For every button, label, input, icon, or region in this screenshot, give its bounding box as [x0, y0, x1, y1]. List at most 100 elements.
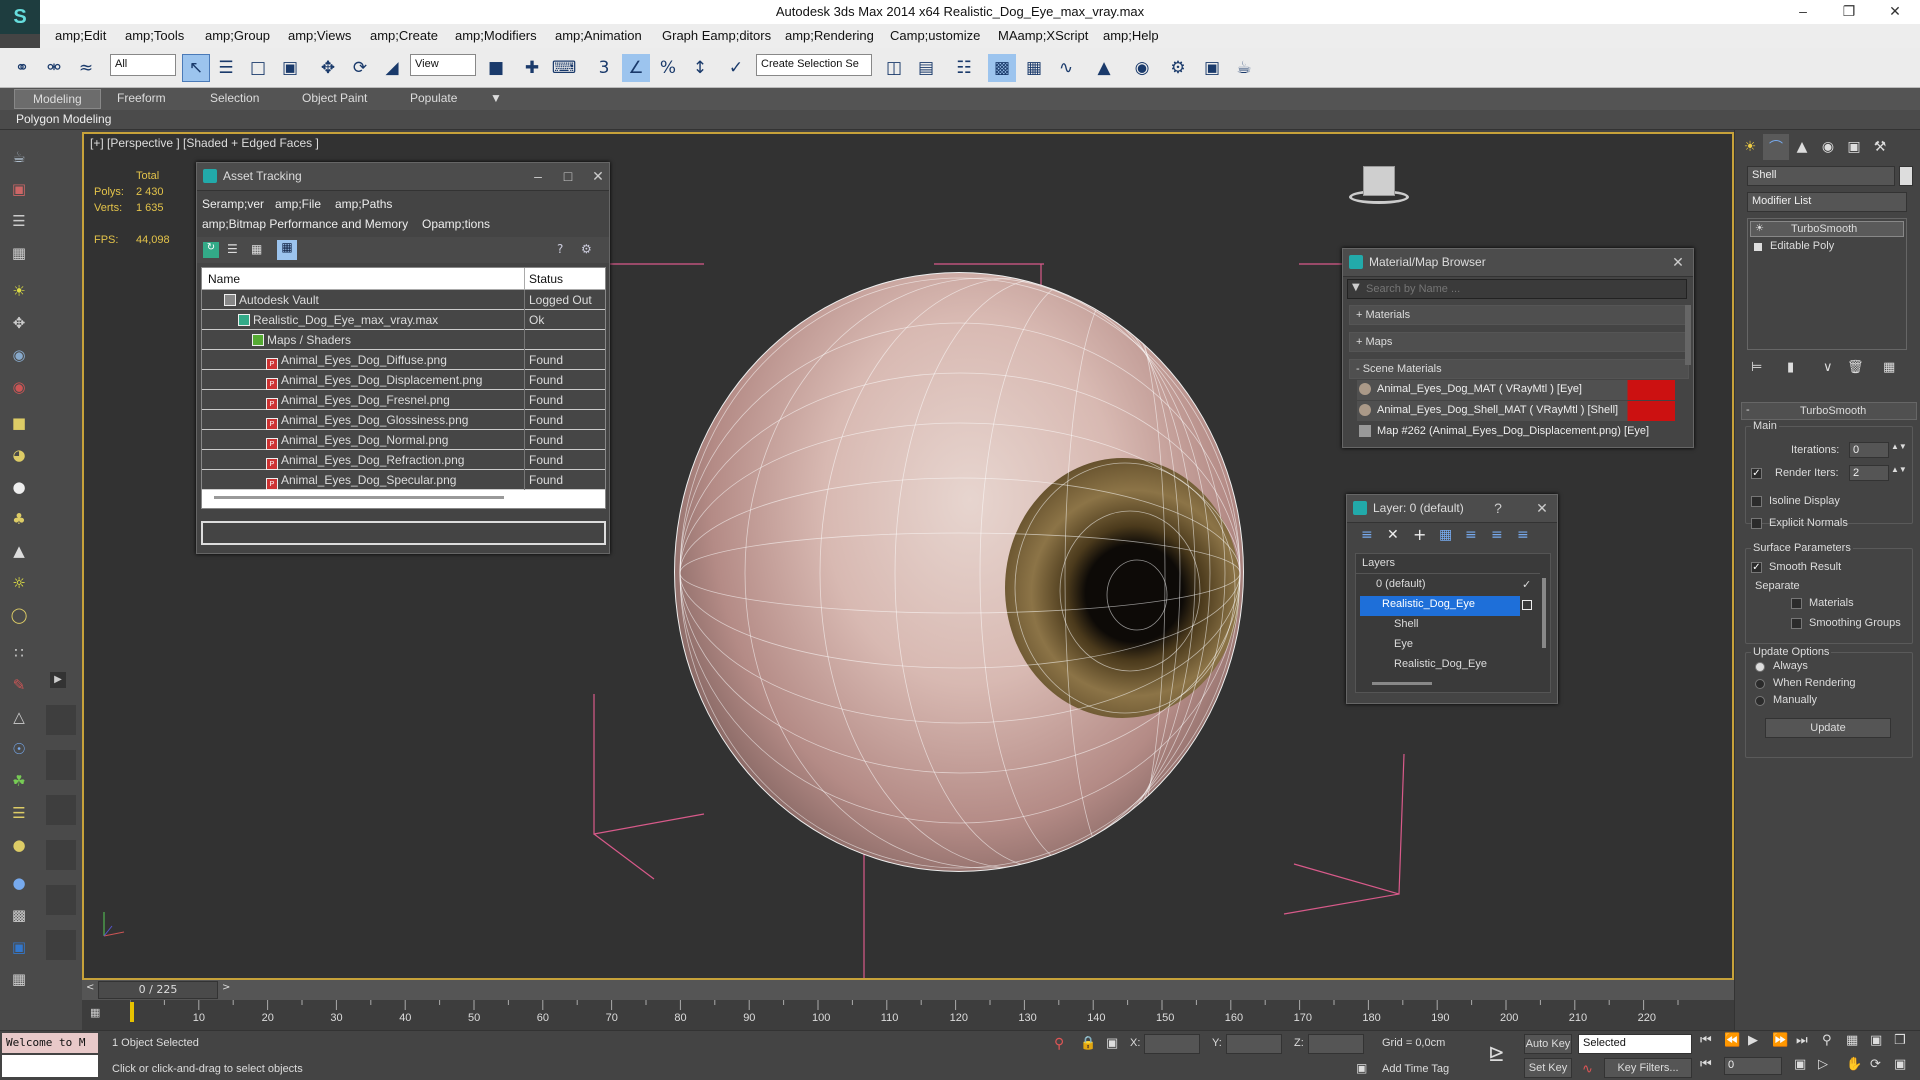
display-tab-icon[interactable]: ▣	[1841, 134, 1867, 160]
table-row[interactable]: P Animal_Eyes_Dog_Displacement.png Found	[202, 370, 605, 390]
next-frame-arrow-icon[interactable]: >	[222, 982, 234, 998]
menu-animation[interactable]: amp;Animation	[555, 28, 642, 43]
graphite-ribbon-icon[interactable]: ▦	[1020, 54, 1048, 82]
list-icon[interactable]: ☰	[6, 208, 32, 234]
section-materials[interactable]: + Materials	[1349, 305, 1689, 325]
eyeball-model[interactable]	[674, 272, 1244, 872]
menu-views[interactable]: amp;Views	[288, 28, 351, 43]
render-sphere-icon[interactable]: ●	[6, 870, 32, 896]
viewcube[interactable]	[1349, 162, 1409, 206]
create-tab-icon[interactable]: ☀	[1737, 134, 1763, 160]
material-search-input[interactable]	[1366, 281, 1684, 297]
menu-rendering[interactable]: amp;Rendering	[785, 28, 874, 43]
render-frame-icon[interactable]: ▣	[6, 934, 32, 960]
asset-path-field[interactable]	[201, 521, 606, 545]
smooth-result-checkbox[interactable]: ✓	[1751, 562, 1762, 573]
rendered-frame-icon[interactable]: ▣	[1198, 54, 1226, 82]
track-bar[interactable]: ▦ 10 20 30 40 50 60 70 80 90 100 110 120 130 140 150 16…	[82, 1000, 1734, 1030]
spinner-arrows-icon[interactable]: ▲▼	[1891, 465, 1907, 474]
separate-materials-checkbox[interactable]	[1791, 598, 1802, 609]
col-status-header[interactable]: Status	[524, 268, 567, 290]
torus-icon[interactable]: ◯	[6, 602, 32, 628]
y-coordinate-field[interactable]	[1226, 1034, 1282, 1054]
material-browser-header[interactable]: Material/Map Browser ✕	[1343, 249, 1693, 277]
material-item[interactable]: Map #262 (Animal_Eyes_Dog_Displacement.p…	[1357, 422, 1675, 442]
object-color-swatch[interactable]	[1899, 166, 1913, 186]
stack-item-editable-poly[interactable]: Editable Poly	[1750, 239, 1904, 255]
cone-icon[interactable]: ▲	[6, 538, 32, 564]
turbosmooth-rollout-header[interactable]: - TurboSmooth	[1741, 402, 1917, 420]
menu-tools[interactable]: amp;Tools	[125, 28, 184, 43]
layer-object-dog-eye[interactable]: Realistic_Dog_Eye	[1388, 656, 1493, 676]
named-selection-set-dropdown[interactable]: Create Selection Se	[756, 54, 872, 76]
layer-freeze-icon[interactable]: ≡	[1517, 527, 1529, 543]
render-setup-icon[interactable]: ⚙	[1164, 54, 1192, 82]
go-to-end-icon[interactable]: ⏭	[1796, 1033, 1808, 1048]
particles-icon[interactable]: ∷	[6, 640, 32, 666]
asset-menu-server[interactable]: Seramp;ver	[202, 197, 264, 211]
tree-view-icon[interactable]: ▦	[251, 242, 267, 258]
sphere-icon[interactable]: ●	[6, 474, 32, 500]
maximize-button[interactable]: ❐	[1826, 0, 1872, 24]
layer-add-icon[interactable]: ≡	[1361, 527, 1373, 543]
key-mode-dropdown[interactable]: Selected	[1578, 1034, 1692, 1054]
angle-snap-icon[interactable]: ∠	[622, 54, 650, 82]
layer-row-selected[interactable]: Realistic_Dog_Eye	[1360, 596, 1520, 616]
asset-tracking-header[interactable]: Asset Tracking – □ ✕	[197, 163, 609, 191]
minimize-button[interactable]: –	[1780, 0, 1826, 24]
add-time-tag[interactable]: Add Time Tag	[1382, 1063, 1449, 1075]
iterations-spinner[interactable]: 0	[1849, 442, 1889, 458]
maxscript-input[interactable]	[2, 1055, 98, 1077]
cloth-icon[interactable]: ●	[6, 832, 32, 858]
menu-customize[interactable]: Camp;ustomize	[890, 28, 980, 43]
close-button[interactable]: ✕	[1872, 0, 1918, 24]
table-row[interactable]: Maps / Shaders	[202, 330, 605, 350]
lock-icon[interactable]: 🔒	[1080, 1035, 1096, 1051]
scene-explorer-icon[interactable]: ▩	[988, 54, 1016, 82]
tab-selection[interactable]: Selection	[210, 91, 259, 105]
maxscript-listener[interactable]: Welcome to M	[2, 1033, 98, 1053]
table-view-icon[interactable]: ▦	[277, 240, 297, 260]
layer-help-button[interactable]: ?	[1487, 498, 1509, 518]
tab-object-paint[interactable]: Object Paint	[302, 91, 367, 105]
col-name-header[interactable]: Name	[208, 272, 240, 286]
menu-maxscript[interactable]: MAamp;XScript	[998, 28, 1088, 43]
refresh-icon[interactable]: ↻	[203, 242, 219, 258]
section-scene-materials[interactable]: - Scene Materials	[1349, 359, 1689, 379]
schematic-view-icon[interactable]: ▲	[1090, 54, 1118, 82]
link-icon[interactable]: ⚭	[8, 54, 36, 82]
layer-close-button[interactable]: ✕	[1531, 498, 1553, 518]
modifier-list-dropdown[interactable]: Modifier List	[1747, 192, 1907, 212]
help-icon[interactable]: ?	[557, 242, 573, 258]
z-coordinate-field[interactable]	[1308, 1034, 1364, 1054]
pan-icon[interactable]: ✋	[1846, 1057, 1862, 1072]
layer-object-eye[interactable]: Eye	[1388, 636, 1419, 656]
box-icon[interactable]: ■	[6, 410, 32, 436]
align-icon[interactable]: ▤	[912, 54, 940, 82]
tab-populate[interactable]: Populate	[410, 91, 457, 105]
select-object-icon[interactable]: ↖	[182, 54, 210, 82]
asset-scrollbar[interactable]	[202, 490, 605, 508]
layer-manager-icon[interactable]: ☷	[950, 54, 978, 82]
table-row[interactable]: P Animal_Eyes_Dog_Normal.png Found	[202, 430, 605, 450]
tab-modeling[interactable]: Modeling	[14, 89, 101, 109]
asset-menu-bitmap[interactable]: amp;Bitmap Performance and Memory	[202, 217, 408, 231]
table-row[interactable]: P Animal_Eyes_Dog_Fresnel.png Found	[202, 390, 605, 410]
pivot-center-icon[interactable]: ■	[482, 54, 510, 82]
menu-edit[interactable]: amp;Edit	[55, 28, 106, 43]
paint-icon[interactable]: ✎	[6, 672, 32, 698]
ribbon-options-icon[interactable]: ▼	[490, 91, 502, 105]
hemisphere-icon[interactable]: ◕	[6, 442, 32, 468]
zoom-icon[interactable]: ⚲	[1822, 1033, 1832, 1048]
orbit-icon[interactable]: ⟳	[1870, 1057, 1881, 1072]
polygon-modeling-label[interactable]: Polygon Modeling	[16, 112, 111, 126]
layer-current-checkbox[interactable]	[1522, 600, 1532, 610]
layer-row-default[interactable]: 0 (default) ✓	[1370, 576, 1538, 596]
layer-highlight-icon[interactable]: ≡	[1465, 527, 1477, 543]
keyboard-shortcut-icon[interactable]: ⌨	[550, 54, 578, 82]
hierarchy-tab-icon[interactable]: ▲	[1789, 134, 1815, 160]
camera-icon[interactable]: ◉	[6, 374, 32, 400]
window-crossing-icon[interactable]: ▣	[276, 54, 304, 82]
absolute-mode-icon[interactable]: ▣	[1106, 1035, 1118, 1051]
menu-modifiers[interactable]: amp;Modifiers	[455, 28, 537, 43]
